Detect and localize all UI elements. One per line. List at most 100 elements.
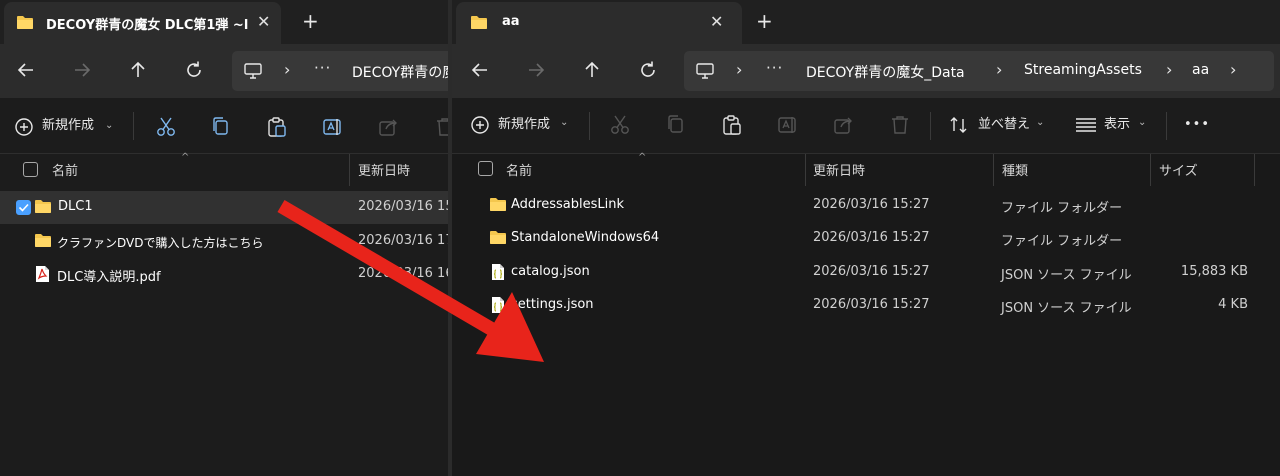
chevron-right-icon[interactable]: › (284, 60, 290, 79)
more-options-button[interactable]: ••• (1184, 112, 1210, 138)
folder-icon (489, 197, 507, 216)
sort-up-icon: ^ (638, 152, 647, 163)
breadcrumb-item[interactable]: DECOY群青の魔 (352, 62, 448, 82)
file-type: ファイル フォルダー (1001, 201, 1123, 216)
toolbar-divider (930, 112, 931, 140)
table-row[interactable]: クラファンDVDで購入した方はこちら 2026/03/16 17 (0, 225, 448, 258)
chevron-down-icon[interactable]: ⌄ (105, 113, 113, 139)
delete-icon[interactable] (889, 114, 911, 136)
sort-button[interactable]: 並べ替え (978, 112, 1030, 138)
breadcrumb-item[interactable]: aa (1192, 62, 1209, 78)
column-type[interactable]: 種類 (1002, 160, 1028, 179)
chevron-right-icon[interactable]: › (1166, 60, 1172, 79)
up-arrow-icon[interactable] (580, 58, 604, 82)
table-row[interactable]: catalog.json 2026/03/16 15:27 JSON ソース フ… (452, 256, 1280, 289)
chevron-right-icon[interactable]: › (1230, 60, 1236, 79)
file-name: StandaloneWindows64 (511, 230, 660, 245)
column-separator[interactable] (349, 154, 350, 186)
close-tab-icon[interactable]: ✕ (257, 13, 270, 31)
new-tab-button[interactable]: + (756, 10, 773, 32)
toolbar-divider (133, 112, 134, 140)
forward-arrow-icon[interactable] (70, 58, 94, 82)
sort-icon (949, 115, 971, 137)
breadcrumb-item[interactable]: DECOY群青の魔女_Data (806, 62, 965, 82)
new-plus-icon (470, 115, 492, 137)
cut-icon[interactable] (155, 116, 177, 138)
column-name[interactable]: 名前 (506, 160, 532, 179)
address-bar[interactable]: › ··· DECOY群青の魔女_Data › StreamingAssets … (684, 51, 1274, 91)
new-plus-icon (14, 117, 36, 139)
file-type: JSON ソース ファイル (1001, 301, 1132, 316)
view-button[interactable]: 表示 (1104, 112, 1130, 138)
address-row: › ··· DECOY群青の魔 (0, 44, 448, 98)
pdf-icon (35, 265, 50, 287)
chevron-down-icon[interactable]: ⌄ (1036, 110, 1044, 136)
address-row: › ··· DECOY群青の魔女_Data › StreamingAssets … (452, 44, 1280, 98)
file-date: 2026/03/16 15:27 (813, 230, 930, 245)
close-tab-icon[interactable]: ✕ (710, 13, 723, 31)
column-date[interactable]: 更新日時 (813, 160, 865, 179)
table-row[interactable]: DLC導入説明.pdf 2026/03/16 16 (0, 258, 448, 291)
up-arrow-icon[interactable] (126, 58, 150, 82)
file-type: JSON ソース ファイル (1001, 268, 1132, 283)
copy-icon[interactable] (210, 116, 232, 138)
tab-active[interactable]: DECOY群青の魔女 DLC第1弾 ~l ✕ (4, 2, 281, 44)
column-date[interactable]: 更新日時 (358, 160, 410, 179)
file-date: 2026/03/16 15 (358, 199, 448, 214)
paste-icon[interactable] (721, 114, 743, 136)
table-row[interactable]: settings.json 2026/03/16 15:27 JSON ソース … (452, 289, 1280, 322)
tab-active[interactable]: aa ✕ (456, 2, 742, 44)
select-all-checkbox[interactable] (478, 161, 493, 176)
table-row[interactable]: StandaloneWindows64 2026/03/16 15:27 ファイ… (452, 222, 1280, 255)
rename-icon[interactable] (322, 116, 344, 138)
breadcrumb-item[interactable]: StreamingAssets (1024, 62, 1142, 78)
row-checkbox-checked[interactable] (16, 200, 31, 215)
refresh-icon[interactable] (636, 58, 660, 82)
chevron-down-icon[interactable]: ⌄ (560, 110, 568, 136)
file-date: 2026/03/16 15:27 (813, 264, 930, 279)
title-bar: DECOY群青の魔女 DLC第1弾 ~l ✕ + (0, 0, 448, 44)
column-size[interactable]: サイズ (1159, 160, 1198, 179)
forward-arrow-icon[interactable] (524, 58, 548, 82)
table-row[interactable]: AddressablesLink 2026/03/16 15:27 ファイル フ… (452, 189, 1280, 222)
share-icon[interactable] (378, 116, 400, 138)
back-arrow-icon[interactable] (468, 58, 492, 82)
json-file-icon (491, 263, 505, 285)
file-name: DLC導入説明.pdf (57, 270, 161, 285)
more-path-icon[interactable]: ··· (766, 59, 783, 77)
column-separator[interactable] (993, 154, 994, 186)
table-row[interactable]: DLC1 2026/03/16 15 (0, 191, 448, 224)
new-tab-button[interactable]: + (302, 10, 319, 32)
refresh-icon[interactable] (182, 58, 206, 82)
select-all-checkbox[interactable] (23, 162, 38, 177)
column-header: 名前 ^ 更新日時 種類 サイズ (452, 152, 1280, 186)
sort-up-icon: ^ (181, 152, 190, 163)
command-bar: 新規作成 ⌄ (0, 98, 448, 154)
delete-icon[interactable] (434, 116, 448, 138)
chevron-right-icon[interactable]: › (736, 60, 742, 79)
address-bar[interactable]: › ··· DECOY群青の魔 (232, 51, 448, 91)
file-date: 2026/03/16 16 (358, 266, 448, 281)
more-path-icon[interactable]: ··· (314, 59, 331, 77)
file-name: DLC1 (58, 199, 93, 214)
toolbar-divider (1166, 112, 1167, 140)
share-icon[interactable] (833, 114, 855, 136)
column-separator[interactable] (1150, 154, 1151, 186)
chevron-down-icon[interactable]: ⌄ (1138, 110, 1146, 136)
column-separator[interactable] (1254, 154, 1255, 186)
column-separator[interactable] (805, 154, 806, 186)
computer-icon (696, 63, 714, 83)
new-button[interactable]: 新規作成 (498, 112, 550, 138)
computer-icon (244, 63, 262, 83)
toolbar-divider (589, 112, 590, 140)
paste-icon[interactable] (266, 116, 288, 138)
view-list-icon (1075, 117, 1097, 139)
new-button[interactable]: 新規作成 (42, 113, 94, 139)
rename-icon[interactable] (777, 114, 799, 136)
cut-icon[interactable] (609, 114, 631, 136)
chevron-right-icon[interactable]: › (996, 60, 1002, 79)
column-name[interactable]: 名前 (52, 160, 78, 179)
back-arrow-icon[interactable] (14, 58, 38, 82)
tab-title: DECOY群青の魔女 DLC第1弾 ~l (46, 18, 249, 33)
copy-icon[interactable] (665, 114, 687, 136)
